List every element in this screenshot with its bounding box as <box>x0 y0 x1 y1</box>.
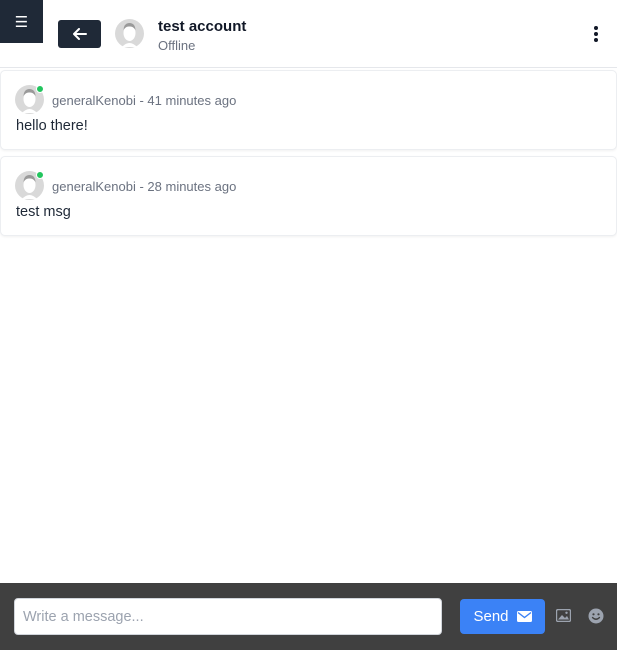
message-composer: Send <box>0 583 617 650</box>
message-author: generalKenobi <box>52 179 136 194</box>
menu-button[interactable]: ☰ <box>0 0 43 43</box>
kebab-icon-dot <box>594 38 598 42</box>
smiley-icon[interactable] <box>588 608 604 624</box>
more-options-button[interactable] <box>588 24 604 44</box>
message-meta: generalKenobi - 41 minutes ago <box>52 93 236 108</box>
contact-status: Offline <box>158 38 196 53</box>
message-meta: generalKenobi - 28 minutes ago <box>52 179 236 194</box>
envelope-icon <box>516 611 532 622</box>
message-input[interactable] <box>14 598 442 635</box>
image-icon[interactable] <box>556 609 571 622</box>
kebab-icon-dot <box>594 32 598 36</box>
message-time: - 41 minutes ago <box>135 93 237 108</box>
message-list: generalKenobi - 41 minutes ago hello the… <box>0 68 617 242</box>
message-author: generalKenobi <box>52 93 136 108</box>
message-text: hello there! <box>16 118 88 134</box>
send-button[interactable]: Send <box>460 599 545 634</box>
contact-avatar <box>115 19 144 48</box>
send-button-label: Send <box>473 608 509 625</box>
message-time: - 28 minutes ago <box>135 179 237 194</box>
online-indicator <box>36 85 44 93</box>
chat-header: test account Offline <box>0 0 617 68</box>
online-indicator <box>36 171 44 179</box>
message-item: generalKenobi - 41 minutes ago hello the… <box>0 70 617 150</box>
kebab-icon-dot <box>594 26 598 30</box>
hamburger-icon: ☰ <box>14 13 29 31</box>
message-text: test msg <box>16 204 71 220</box>
message-item: generalKenobi - 28 minutes ago test msg <box>0 156 617 236</box>
contact-name: test account <box>158 18 247 35</box>
arrow-left-icon <box>72 28 87 40</box>
back-button[interactable] <box>58 20 101 48</box>
